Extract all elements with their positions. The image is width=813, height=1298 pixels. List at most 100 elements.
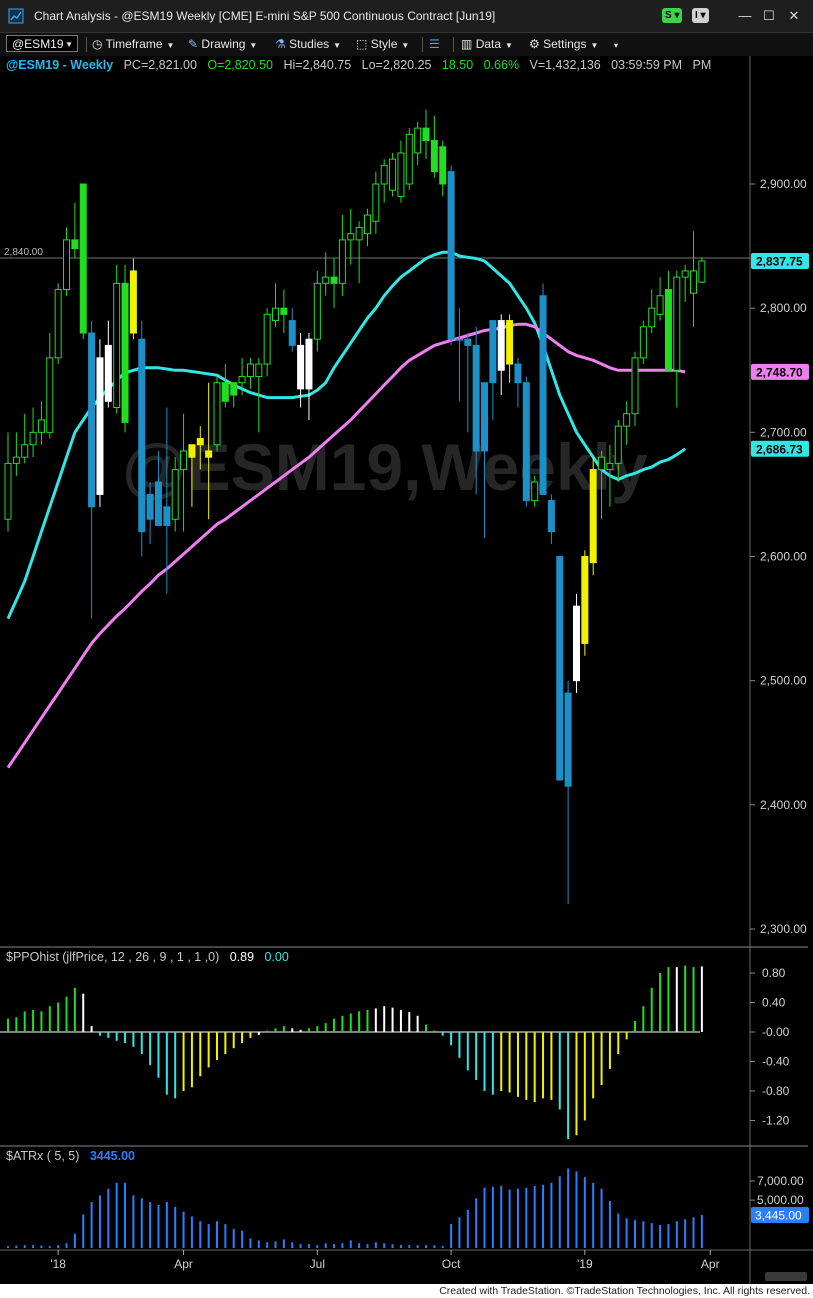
candle-body xyxy=(648,307,656,328)
candle-body xyxy=(338,239,346,284)
time-tick-label: Apr xyxy=(701,1257,720,1271)
atr-header: $ATRx ( 5, 5) 3445.00 xyxy=(6,1149,135,1163)
candle-body xyxy=(313,282,321,340)
candle-body xyxy=(221,382,229,402)
price-tick-label: 2,600.00 xyxy=(760,550,807,564)
candle-body xyxy=(539,295,547,495)
candle-body xyxy=(121,282,129,423)
candle-body xyxy=(673,276,681,371)
chart-toolbar: @ESM19 ▼ ◷ Timeframe ▼ ✎ Drawing ▼ ⚗ Studie… xyxy=(0,33,813,57)
last-price-label: 2,837.75 xyxy=(756,254,803,268)
timeframe-menu[interactable]: ◷ Timeframe ▼ xyxy=(92,36,174,53)
candle-body xyxy=(246,363,254,377)
flask-icon: ⚗ xyxy=(275,37,286,51)
header-time: 03:59:59 PM xyxy=(611,58,683,72)
close-button[interactable]: ✕ xyxy=(782,6,806,26)
candle-body xyxy=(481,382,489,452)
candle-body xyxy=(572,605,580,682)
candle-body xyxy=(355,226,363,241)
chart-area[interactable]: @ESM19,Weekly 2,900.002,800.002,700.002,… xyxy=(0,56,813,1284)
candle-body xyxy=(681,270,689,278)
header-time-suffix: PM xyxy=(692,58,712,72)
candle-body xyxy=(430,140,438,173)
candle-body xyxy=(414,127,422,154)
candle-body xyxy=(422,127,430,142)
header-pct: 0.66% xyxy=(483,58,520,72)
candle-body xyxy=(581,556,589,644)
candle-body xyxy=(305,338,313,390)
candle-body xyxy=(71,239,79,250)
ppo-readout-1: 0.89 xyxy=(229,950,255,964)
candle-body xyxy=(614,425,622,464)
header-symbol: @ESM19 - Weekly xyxy=(6,58,114,72)
toolbar-divider xyxy=(453,37,454,52)
more-menu[interactable]: ▾ xyxy=(610,36,618,53)
candle-body xyxy=(230,382,238,396)
candle-body xyxy=(514,363,522,384)
candle-body xyxy=(439,146,447,185)
symbol-input[interactable]: @ESM19 ▼ xyxy=(6,35,78,52)
minimize-button[interactable]: — xyxy=(733,6,757,26)
settings-menu[interactable]: ⚙ Settings ▼ xyxy=(529,36,598,53)
header-volume: V=1,432,136 xyxy=(529,58,601,72)
ppo-header: $PPOhist (jlfPrice, 12 , 26 , 9 , 1 , 1 … xyxy=(6,950,289,964)
chevron-down-icon: ▼ xyxy=(65,40,73,49)
candle-body xyxy=(606,462,614,471)
candle-body xyxy=(631,357,639,415)
layout-icon: ☰ xyxy=(429,37,440,51)
candle-body xyxy=(171,469,179,520)
candle-body xyxy=(363,214,371,235)
candle-body xyxy=(205,450,213,458)
drawing-menu[interactable]: ✎ Drawing ▼ xyxy=(188,36,257,53)
candle-body xyxy=(698,260,706,283)
pen-icon: ✎ xyxy=(188,37,199,51)
candle-body xyxy=(447,171,455,340)
candle-body xyxy=(656,295,664,315)
style-menu[interactable]: ⬚ Style ▼ xyxy=(356,36,409,53)
candle-body xyxy=(623,413,631,427)
candle-body xyxy=(531,481,539,502)
candle-body xyxy=(37,419,45,433)
candle-body xyxy=(272,307,280,322)
time-tick-label: Apr xyxy=(174,1257,193,1271)
scroll-thumb[interactable] xyxy=(765,1272,807,1281)
toolbar-divider xyxy=(422,37,423,52)
candle-body xyxy=(12,456,20,464)
time-tick-label: '19 xyxy=(577,1257,593,1271)
candle-body xyxy=(4,462,12,520)
price-tick-label: 2,400.00 xyxy=(760,798,807,812)
data-menu[interactable]: ▥ Data ▼ xyxy=(461,36,513,53)
studies-menu[interactable]: ⚗ Studies ▼ xyxy=(275,36,341,53)
candle-body xyxy=(238,375,246,384)
chart-background xyxy=(0,56,813,1284)
candle-body xyxy=(556,556,564,781)
ppo-tick-label: -0.00 xyxy=(762,1025,790,1039)
maximize-button[interactable]: ☐ xyxy=(757,6,781,26)
reference-line-label: 2,840.00 xyxy=(4,247,43,258)
candle-body xyxy=(138,338,146,533)
candle-body xyxy=(263,313,271,365)
candle-body xyxy=(46,357,54,433)
price-tick-label: 2,300.00 xyxy=(760,922,807,936)
candle-body xyxy=(213,382,221,446)
atr-tick-label: 7,000.00 xyxy=(757,1174,804,1188)
candle-body xyxy=(113,282,121,409)
layout-button[interactable]: ☰ xyxy=(429,36,440,53)
ppo-tick-label: -0.80 xyxy=(762,1084,790,1098)
header-change: 18.50 xyxy=(441,58,474,72)
last-price-label: 2,686.73 xyxy=(756,442,803,456)
link-i-button[interactable]: I ▾ xyxy=(692,8,709,23)
title-bar: Chart Analysis - @ESM19 Weekly [CME] E-m… xyxy=(0,0,813,33)
candle-body xyxy=(547,500,555,533)
header-open: O=2,820.50 xyxy=(207,58,274,72)
candle-body xyxy=(255,363,263,377)
candle-body xyxy=(330,276,338,284)
candle-body xyxy=(405,133,413,185)
time-tick-label: Jul xyxy=(310,1257,325,1271)
footer-text: Created with TradeStation. ©TradeStation… xyxy=(439,1285,810,1297)
candle-body xyxy=(690,270,698,294)
window-title: Chart Analysis - @ESM19 Weekly [CME] E-m… xyxy=(34,9,496,23)
time-tick-label: '18 xyxy=(50,1257,66,1271)
header-low: Lo=2,820.25 xyxy=(361,58,432,72)
link-s-button[interactable]: S ▾ xyxy=(662,8,683,23)
